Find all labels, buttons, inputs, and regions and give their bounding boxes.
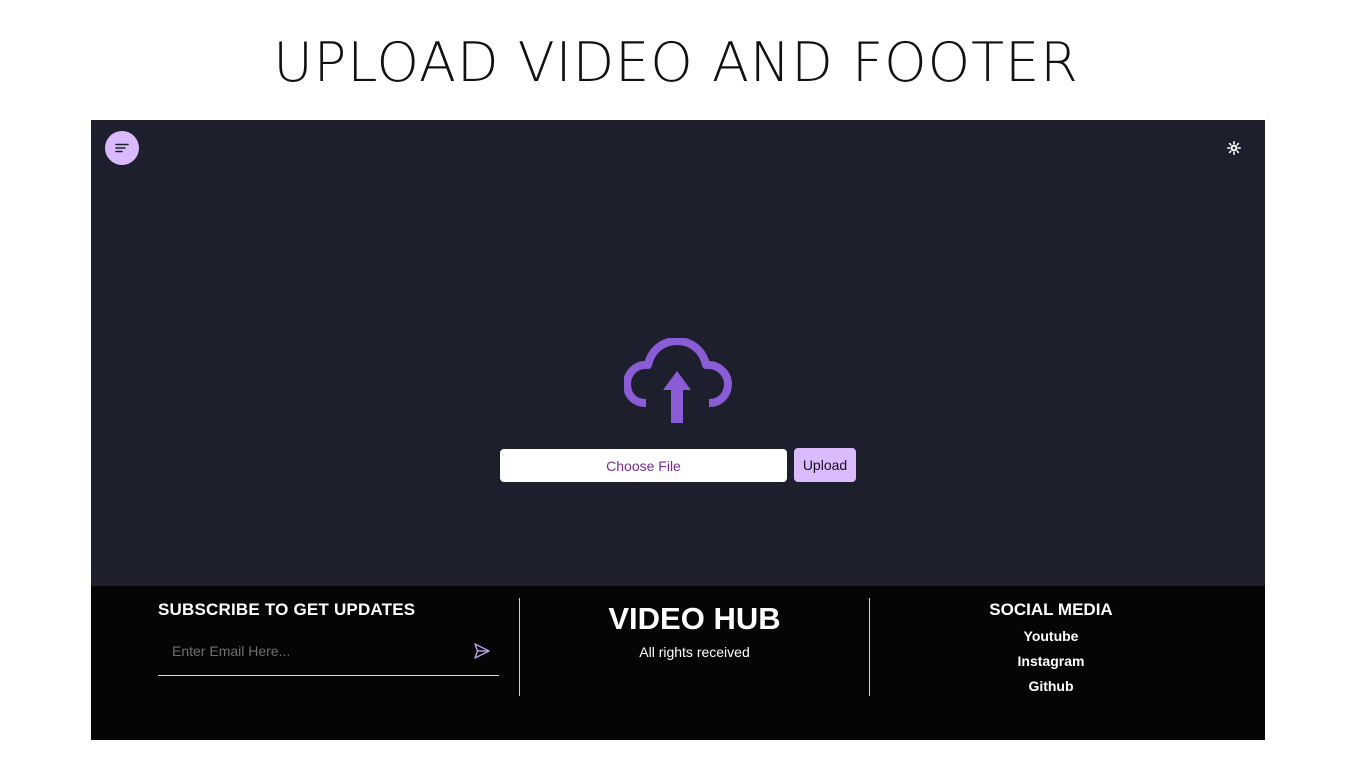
footer-divider [869, 598, 870, 696]
social-heading: SOCIAL MEDIA [989, 600, 1113, 619]
subscribe-heading: SUBSCRIBE TO GET UPDATES [158, 600, 416, 619]
brand-name: VIDEO HUB [608, 601, 781, 636]
copyright-text: All rights received [639, 644, 750, 660]
social-link-github[interactable]: Github [951, 677, 1151, 695]
email-input[interactable] [158, 636, 458, 666]
footer: SUBSCRIBE TO GET UPDATES VIDEO HUB All r… [91, 586, 1265, 740]
upload-button[interactable]: Upload [794, 448, 856, 482]
social-link-instagram[interactable]: Instagram [951, 652, 1151, 670]
cloud-upload-icon [624, 338, 732, 423]
social-media-block: SOCIAL MEDIA Youtube Instagram Github [951, 600, 1151, 695]
app-window: Choose File Upload SUBSCRIBE TO GET UPDA… [91, 120, 1265, 740]
subscribe-form [158, 636, 499, 676]
social-link-youtube[interactable]: Youtube [951, 627, 1151, 645]
send-icon[interactable] [473, 642, 491, 660]
choose-file-input[interactable]: Choose File [500, 449, 787, 482]
brand-block: VIDEO HUB All rights received [520, 598, 869, 660]
menu-button[interactable] [105, 131, 139, 165]
upload-section: Choose File Upload [91, 120, 1265, 586]
choose-file-label: Choose File [606, 457, 681, 474]
slide-title: UPLOAD VIDEO AND FOOTER [273, 31, 1079, 94]
sun-gear-icon [1227, 141, 1241, 155]
theme-toggle-button[interactable] [1225, 139, 1243, 157]
sort-lines-icon [115, 143, 129, 153]
